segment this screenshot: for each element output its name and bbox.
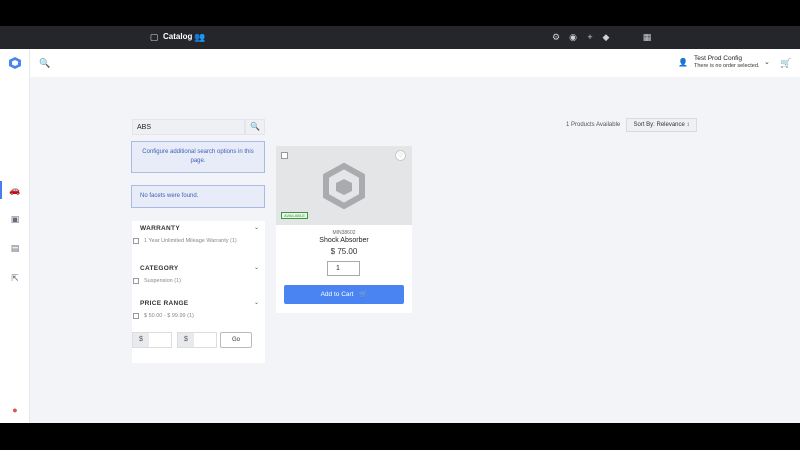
cart-icon[interactable]: 🛒: [780, 58, 791, 69]
account-selector[interactable]: 👤 Test Prod Config There is no order sel…: [678, 55, 788, 71]
max-price-field[interactable]: $: [177, 332, 217, 348]
screen: ▢ Catalog 👥 ⚙ ◉ + ◆ ▦ 🚗 ▣ ▤ ⇱ ● 🔍 👤 Test…: [0, 0, 800, 450]
chevron-down-icon[interactable]: ⌄: [254, 264, 259, 271]
chevron-down-icon: ⌄: [764, 59, 770, 66]
quantity-input[interactable]: 1: [327, 261, 360, 276]
facet-title-warranty[interactable]: WARRANTY: [140, 225, 180, 232]
add-to-cart-button[interactable]: Add to Cart 🛒: [284, 285, 404, 304]
chevron-down-icon[interactable]: ⌄: [254, 299, 259, 306]
cube-logo-icon: [9, 57, 21, 69]
settings-icon[interactable]: ⚙: [550, 31, 562, 43]
alert-icon[interactable]: ●: [9, 404, 21, 416]
toolbar-title: Catalog: [163, 32, 193, 41]
sort-dropdown[interactable]: Sort By: Relevance ↕: [626, 118, 697, 132]
checkbox[interactable]: [133, 238, 139, 244]
product-card: ♡ AVAILABLE MIN38602 Shock Absorber $ 75…: [276, 146, 412, 313]
add-to-cart-label: Add to Cart: [320, 291, 354, 298]
account-status: There is no order selected.: [694, 63, 760, 69]
availability-badge: AVAILABLE: [281, 212, 308, 219]
go-button[interactable]: Go: [220, 332, 252, 348]
search-button[interactable]: 🔍: [245, 119, 265, 135]
search-icon: 🔍: [250, 122, 260, 131]
user-group-icon[interactable]: 👥: [194, 31, 206, 43]
configure-search-notice[interactable]: Configure additional search options in t…: [131, 141, 265, 173]
product-name[interactable]: Shock Absorber: [276, 237, 412, 244]
vehicle-icon[interactable]: 🚗: [9, 184, 21, 196]
bag-icon[interactable]: ▣: [9, 213, 21, 225]
search-icon[interactable]: 🔍: [39, 58, 50, 68]
external-link-icon[interactable]: ⇱: [9, 272, 21, 284]
header-bar: 🔍 👤 Test Prod Config There is no order s…: [30, 49, 800, 77]
left-rail: 🚗 ▣ ▤ ⇱ ●: [0, 49, 30, 423]
currency-symbol: $: [133, 333, 149, 347]
select-checkbox[interactable]: [281, 152, 288, 159]
facet-title-price-range[interactable]: PRICE RANGE: [140, 300, 188, 307]
grid-icon[interactable]: ▦: [641, 31, 653, 43]
sidebar-toggle-icon[interactable]: ▢: [148, 31, 160, 43]
facet-option-label: 1 Year Unlimited Mileage Warranty (1): [144, 238, 237, 244]
active-indicator: [0, 181, 2, 199]
chevron-down-icon[interactable]: ⌄: [254, 224, 259, 231]
app-logo[interactable]: [8, 56, 22, 70]
top-toolbar: ▢ Catalog 👥 ⚙ ◉ + ◆ ▦: [0, 26, 800, 49]
facet-option-label: $ 50.00 - $ 99.99 (1): [144, 313, 194, 319]
facet-option-label: Suspension (1): [144, 278, 181, 284]
product-price: $ 75.00: [330, 247, 358, 256]
currency-symbol: $: [178, 333, 194, 347]
checkbox[interactable]: [133, 313, 139, 319]
products-available: 1 Products Available: [566, 122, 621, 128]
user-icon: 👤: [678, 58, 688, 67]
checkbox[interactable]: [133, 278, 139, 284]
diamond-icon[interactable]: ◆: [600, 31, 612, 43]
favorite-icon[interactable]: ♡: [395, 150, 406, 161]
box-icon[interactable]: ▤: [9, 242, 21, 254]
eye-icon[interactable]: ◉: [567, 31, 579, 43]
search-input[interactable]: ABS: [132, 119, 245, 135]
account-name: Test Prod Config: [694, 55, 743, 62]
min-price-field[interactable]: $: [132, 332, 172, 348]
plus-icon[interactable]: +: [584, 31, 596, 43]
facet-title-category[interactable]: CATEGORY: [140, 265, 179, 272]
cart-icon: 🛒: [359, 291, 368, 298]
product-sku: MIN38602: [332, 230, 356, 236]
no-facets-notice: No facets were found.: [131, 185, 265, 208]
app-area: 🚗 ▣ ▤ ⇱ ● 🔍 👤 Test Prod Config There is …: [0, 49, 800, 423]
